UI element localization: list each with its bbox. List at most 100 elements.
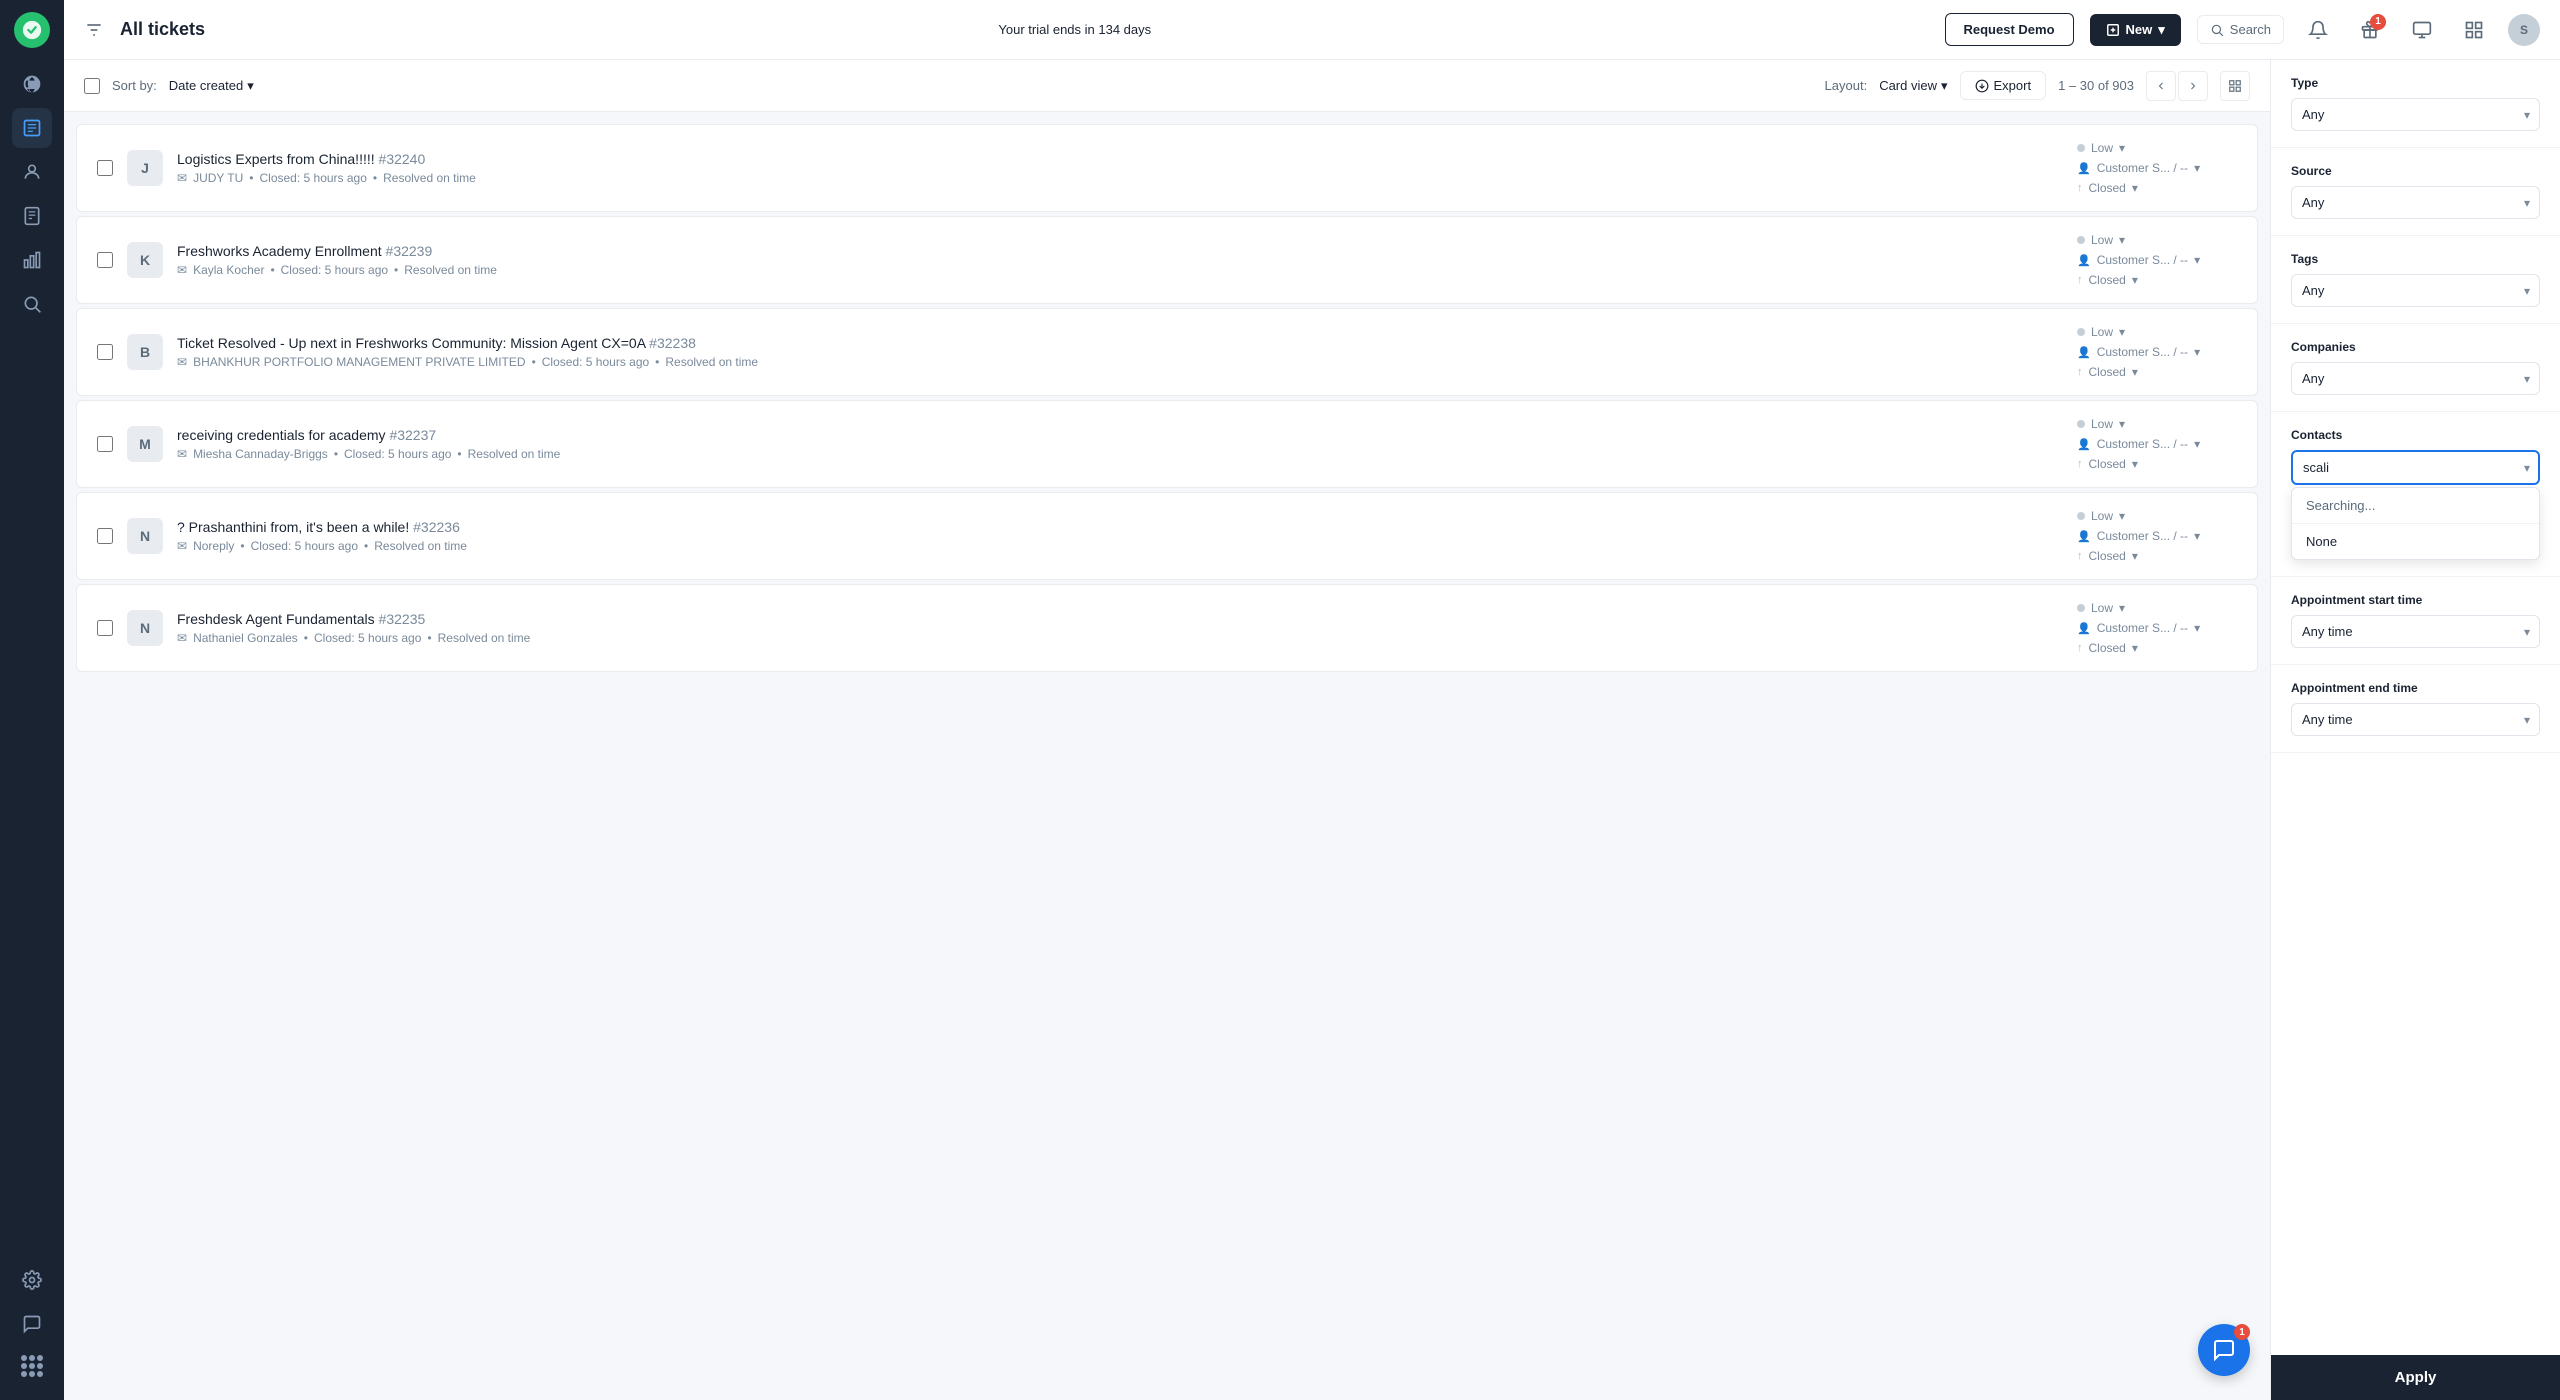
user-avatar[interactable]: S	[2508, 14, 2540, 46]
status-value: Closed	[2089, 273, 2126, 287]
chat-fab-button[interactable]: 1	[2198, 1324, 2250, 1376]
sort-by-button[interactable]: Date created ▾	[169, 78, 254, 94]
priority-chevron: ▾	[2119, 601, 2125, 615]
prev-page-button[interactable]	[2146, 71, 2176, 101]
ticket-avatar: N	[127, 610, 163, 646]
ticket-card[interactable]: M receiving credentials for academy #322…	[76, 400, 2258, 488]
status-icon: ↑	[2077, 366, 2083, 378]
notifications-button[interactable]	[2300, 12, 2336, 48]
content-area: Sort by: Date created ▾ Layout: Card vie…	[64, 60, 2560, 1400]
group-icon: 👤	[2077, 438, 2091, 451]
none-option[interactable]: None	[2292, 524, 2539, 559]
status-value: Closed	[2089, 181, 2126, 195]
tags-filter-label: Tags	[2291, 252, 2540, 266]
nav-item-knowledge[interactable]	[12, 196, 52, 236]
ticket-id: #32238	[649, 335, 696, 351]
new-button[interactable]: New ▾	[2090, 14, 2181, 46]
priority-prop: Low ▾	[2077, 509, 2125, 523]
ticket-card[interactable]: B Ticket Resolved - Up next in Freshwork…	[76, 308, 2258, 396]
status-chevron: ▾	[2132, 457, 2138, 471]
tickets-toolbar: Sort by: Date created ▾ Layout: Card vie…	[64, 60, 2270, 112]
main-area: All tickets Your trial ends in 134 days …	[64, 0, 2560, 1400]
priority-dot	[2077, 512, 2085, 520]
priority-prop: Low ▾	[2077, 325, 2125, 339]
ticket-meta: ✉ Noreply • Closed: 5 hours ago • Resolv…	[177, 539, 2063, 553]
ticket-checkbox[interactable]	[97, 620, 113, 636]
appointment-start-select[interactable]: Any time	[2291, 615, 2540, 648]
ticket-id: #32240	[379, 151, 426, 167]
ticket-checkbox[interactable]	[97, 252, 113, 268]
search-button[interactable]: Search	[2197, 15, 2284, 44]
status-chevron: ▾	[2132, 273, 2138, 287]
select-all-checkbox[interactable]	[84, 78, 100, 94]
priority-chevron: ▾	[2119, 509, 2125, 523]
ticket-card[interactable]: N ? Prashanthini from, it's been a while…	[76, 492, 2258, 580]
nav-item-globe[interactable]	[12, 64, 52, 104]
group-icon: 👤	[2077, 346, 2091, 359]
priority-dot	[2077, 144, 2085, 152]
ticket-meta: ✉ Miesha Cannaday-Briggs • Closed: 5 hou…	[177, 447, 2063, 461]
filter-type-section: Type Any	[2271, 60, 2560, 148]
nav-item-chat[interactable]	[12, 1304, 52, 1344]
status-value: Closed	[2089, 365, 2126, 379]
contacts-search-input[interactable]	[2291, 450, 2540, 485]
apps-grid-button[interactable]	[2456, 12, 2492, 48]
ticket-list: J Logistics Experts from China!!!!! #322…	[64, 112, 2270, 1400]
group-value: Customer S... / --	[2097, 253, 2188, 267]
status-value: Closed	[2089, 457, 2126, 471]
contacts-search-dropdown: Searching... None	[2291, 487, 2540, 560]
companies-filter-select[interactable]: Any	[2291, 362, 2540, 395]
type-filter-label: Type	[2291, 76, 2540, 90]
ticket-card[interactable]: J Logistics Experts from China!!!!! #322…	[76, 124, 2258, 212]
group-icon: 👤	[2077, 530, 2091, 543]
group-prop: 👤 Customer S... / -- ▾	[2077, 253, 2200, 267]
ticket-card[interactable]: N Freshdesk Agent Fundamentals #32235 ✉ …	[76, 584, 2258, 672]
tags-filter-select[interactable]: Any	[2291, 274, 2540, 307]
request-demo-button[interactable]: Request Demo	[1945, 13, 2074, 46]
source-filter-select[interactable]: Any	[2291, 186, 2540, 219]
gifts-button[interactable]: 1	[2352, 12, 2388, 48]
pagination-info: 1 – 30 of 903	[2058, 78, 2134, 93]
ticket-assignee: BHANKHUR PORTFOLIO MANAGEMENT PRIVATE LI…	[193, 355, 526, 369]
tickets-panel: Sort by: Date created ▾ Layout: Card vie…	[64, 60, 2270, 1400]
ticket-checkbox[interactable]	[97, 528, 113, 544]
priority-chevron: ▾	[2119, 325, 2125, 339]
monitor-button[interactable]	[2404, 12, 2440, 48]
nav-item-settings[interactable]	[12, 1260, 52, 1300]
grid-view-button[interactable]	[2220, 71, 2250, 101]
filter-toggle-button[interactable]	[84, 20, 104, 40]
status-value: Closed	[2089, 549, 2126, 563]
ticket-resolution: Resolved on time	[468, 447, 561, 461]
status-prop: ↑ Closed ▾	[2077, 181, 2138, 195]
type-filter-select[interactable]: Any	[2291, 98, 2540, 131]
nav-item-contacts[interactable]	[12, 152, 52, 192]
status-prop: ↑ Closed ▾	[2077, 273, 2138, 287]
priority-dot	[2077, 328, 2085, 336]
apply-filter-button[interactable]: Apply	[2271, 1355, 2560, 1400]
ticket-checkbox[interactable]	[97, 160, 113, 176]
nav-item-apps[interactable]	[12, 1348, 52, 1388]
layout-button[interactable]: Card view ▾	[1879, 78, 1947, 94]
ticket-checkbox[interactable]	[97, 436, 113, 452]
group-chevron: ▾	[2194, 345, 2200, 359]
ticket-card[interactable]: K Freshworks Academy Enrollment #32239 ✉…	[76, 216, 2258, 304]
ticket-meta: ✉ Kayla Kocher • Closed: 5 hours ago • R…	[177, 263, 2063, 277]
nav-item-search[interactable]	[12, 284, 52, 324]
export-button[interactable]: Export	[1960, 71, 2047, 100]
email-icon: ✉	[177, 447, 187, 461]
ticket-checkbox[interactable]	[97, 344, 113, 360]
nav-item-tickets[interactable]	[12, 108, 52, 148]
filter-contacts-section: Contacts ▾ Searching... None	[2271, 412, 2560, 577]
nav-item-reports[interactable]	[12, 240, 52, 280]
ticket-status-time: Closed: 5 hours ago	[314, 631, 421, 645]
ticket-info: receiving credentials for academy #32237…	[177, 427, 2063, 461]
app-logo[interactable]	[14, 12, 50, 48]
priority-prop: Low ▾	[2077, 141, 2125, 155]
ticket-avatar: K	[127, 242, 163, 278]
next-page-button[interactable]	[2178, 71, 2208, 101]
ticket-meta: ✉ JUDY TU • Closed: 5 hours ago • Resolv…	[177, 171, 2063, 185]
appointment-end-select[interactable]: Any time	[2291, 703, 2540, 736]
filter-tags-section: Tags Any	[2271, 236, 2560, 324]
email-icon: ✉	[177, 355, 187, 369]
ticket-info: ? Prashanthini from, it's been a while! …	[177, 519, 2063, 553]
